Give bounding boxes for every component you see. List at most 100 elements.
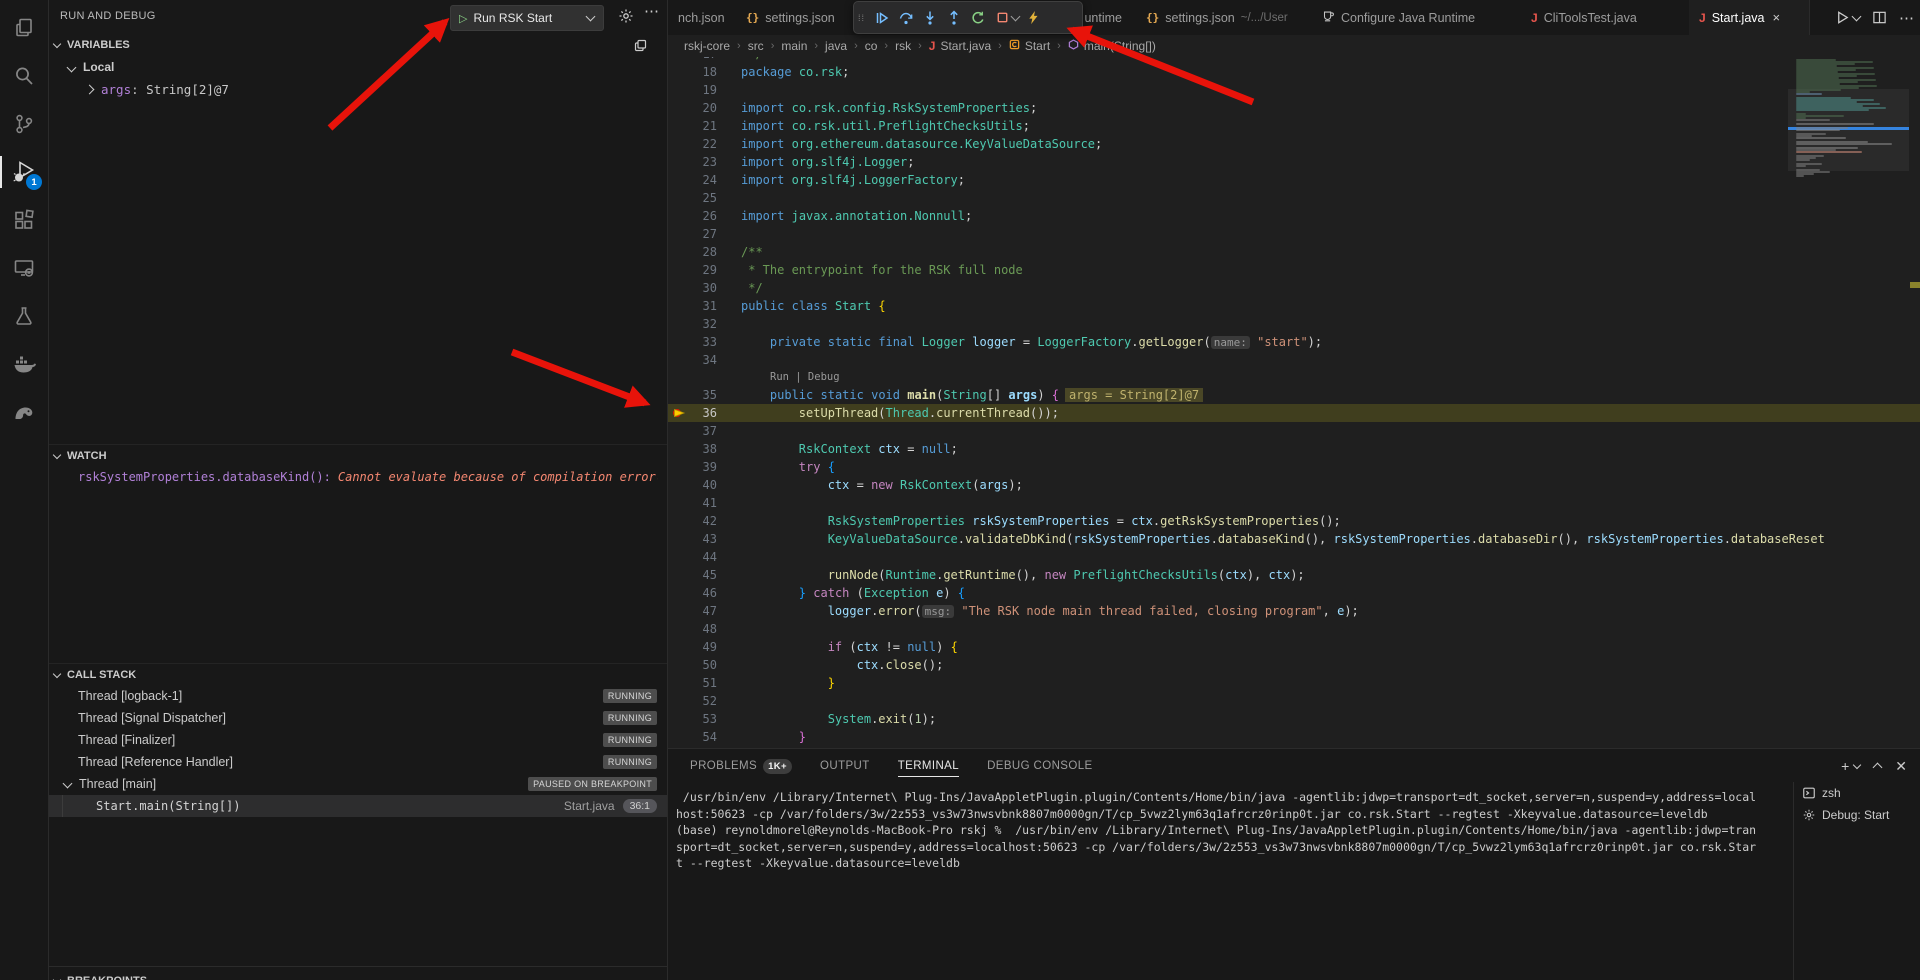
debug-settings-gear-icon[interactable]: [618, 8, 634, 24]
call-stack-thread-row[interactable]: Thread [Signal Dispatcher]RUNNING: [48, 707, 667, 729]
line-number[interactable]: 52: [668, 692, 717, 710]
tab-nch-json[interactable]: nch.json: [668, 0, 737, 35]
breadcrumb-item[interactable]: main: [781, 39, 807, 53]
line-number[interactable]: 39: [668, 458, 717, 476]
stop-button[interactable]: [990, 5, 1014, 31]
tab-start-java[interactable]: JStart.java×: [1689, 0, 1810, 35]
line-number[interactable]: 43: [668, 530, 717, 548]
run-and-debug-icon[interactable]: 1: [0, 148, 48, 196]
call-stack-frame-row[interactable]: Start.main(String[]) Start.java 36:1: [48, 795, 667, 817]
call-stack-thread-row[interactable]: Thread [Finalizer]RUNNING: [48, 729, 667, 751]
run-file-button[interactable]: [1835, 10, 1860, 25]
code-editor[interactable]: 17 */18package co.rsk;1920import co.rsk.…: [668, 57, 1920, 748]
line-number[interactable]: 18: [668, 63, 717, 81]
watch-section-header[interactable]: WATCH: [48, 444, 667, 467]
line-number[interactable]: 48: [668, 620, 717, 638]
minimap[interactable]: [1788, 57, 1909, 748]
line-number[interactable]: 31: [668, 297, 717, 315]
hot-code-replace-button[interactable]: [1021, 5, 1045, 31]
line-number[interactable]: 54: [668, 728, 717, 746]
step-into-button[interactable]: [918, 5, 942, 31]
more-actions-icon[interactable]: ⋯: [1899, 9, 1915, 27]
line-number[interactable]: 46: [668, 584, 717, 602]
search-icon[interactable]: [0, 52, 48, 100]
breadcrumb-item[interactable]: java: [825, 39, 847, 53]
terminal-tab-zsh[interactable]: zsh: [1794, 782, 1920, 804]
line-number[interactable]: 21: [668, 117, 717, 135]
line-number[interactable]: 27: [668, 225, 717, 243]
debug-config-dropdown[interactable]: ▷ Run RSK Start: [450, 5, 604, 31]
line-number[interactable]: 53: [668, 710, 717, 728]
line-number[interactable]: 37: [668, 422, 717, 440]
panel-tab-debug-console[interactable]: DEBUG CONSOLE: [987, 749, 1093, 783]
codelens-run-debug[interactable]: Run | Debug: [668, 369, 1920, 386]
watch-row[interactable]: rskSystemProperties.databaseKind(): Cann…: [78, 466, 658, 488]
breadcrumb-item[interactable]: Start: [1009, 39, 1050, 53]
tab-clitoolstest-java[interactable]: JCliToolsTest.java: [1521, 0, 1690, 35]
step-over-button[interactable]: [894, 5, 918, 31]
breakpoints-section[interactable]: BREAKPOINTS: [48, 966, 667, 980]
line-number[interactable]: 24: [668, 171, 717, 189]
panel-tab-output[interactable]: OUTPUT: [820, 749, 870, 783]
line-number[interactable]: 19: [668, 81, 717, 99]
variables-section-header[interactable]: VARIABLES: [48, 34, 667, 56]
remote-explorer-icon[interactable]: [0, 244, 48, 292]
line-number[interactable]: 34: [668, 351, 717, 369]
panel-tab-problems[interactable]: PROBLEMS1K+: [690, 749, 792, 783]
more-actions-icon[interactable]: ⋯: [644, 2, 660, 20]
split-editor-icon[interactable]: [1872, 10, 1887, 25]
explorer-icon[interactable]: [0, 4, 48, 52]
call-stack-thread-row[interactable]: Thread [Reference Handler]RUNNING: [48, 751, 667, 773]
variables-scope-local[interactable]: Local: [68, 56, 114, 78]
testing-beaker-icon[interactable]: [0, 292, 48, 340]
breadcrumb-item[interactable]: main(String[]): [1068, 39, 1156, 53]
line-number[interactable]: 30: [668, 279, 717, 297]
breadcrumb-item[interactable]: co: [865, 39, 878, 53]
breakpoint-current-line-icon[interactable]: [672, 406, 687, 420]
tab-settings-json[interactable]: {}settings.json~/.../User: [1136, 0, 1312, 35]
continue-button[interactable]: [870, 5, 894, 31]
line-number[interactable]: 50: [668, 656, 717, 674]
close-panel-icon[interactable]: ✕: [1895, 758, 1907, 775]
close-icon[interactable]: ×: [1773, 10, 1781, 25]
extensions-icon[interactable]: [0, 196, 48, 244]
line-number[interactable]: 38: [668, 440, 717, 458]
docker-icon[interactable]: [0, 340, 48, 388]
line-number[interactable]: 45: [668, 566, 717, 584]
new-terminal-button[interactable]: +: [1841, 758, 1860, 774]
line-number[interactable]: 20: [668, 99, 717, 117]
line-number[interactable]: 28: [668, 243, 717, 261]
line-number[interactable]: 42: [668, 512, 717, 530]
line-number[interactable]: 49: [668, 638, 717, 656]
call-stack-thread-row[interactable]: Thread [logback-1]RUNNING: [48, 685, 667, 707]
call-stack-section-header[interactable]: CALL STACK: [48, 663, 667, 686]
breadcrumb-item[interactable]: JStart.java: [929, 39, 991, 53]
line-number[interactable]: 44: [668, 548, 717, 566]
line-number[interactable]: 35: [668, 386, 717, 404]
terminal-output[interactable]: /usr/bin/env /Library/Internet\ Plug-Ins…: [676, 789, 1776, 872]
line-number[interactable]: 47: [668, 602, 717, 620]
step-out-button[interactable]: [942, 5, 966, 31]
line-number[interactable]: 23: [668, 153, 717, 171]
line-number[interactable]: 32: [668, 315, 717, 333]
source-control-icon[interactable]: [0, 100, 48, 148]
restart-button[interactable]: [966, 5, 990, 31]
variable-row-args[interactable]: args : String[2]@7: [86, 78, 229, 100]
gradle-elephant-icon[interactable]: [0, 388, 48, 436]
call-stack-thread-row[interactable]: Thread [main]PAUSED ON BREAKPOINT: [48, 773, 667, 795]
maximize-panel-icon[interactable]: [1874, 761, 1881, 771]
line-number[interactable]: 41: [668, 494, 717, 512]
line-number[interactable]: 51: [668, 674, 717, 692]
panel-tab-terminal[interactable]: TERMINAL: [898, 749, 959, 783]
collapse-all-icon[interactable]: [633, 38, 648, 53]
drag-handle-icon[interactable]: ⁞⁞: [858, 16, 870, 20]
line-number[interactable]: 33: [668, 333, 717, 351]
editor-scrollbar[interactable]: [1909, 57, 1920, 748]
line-number[interactable]: 29: [668, 261, 717, 279]
line-number[interactable]: 40: [668, 476, 717, 494]
breadcrumb-item[interactable]: rskj-core: [684, 39, 730, 53]
tab-configure-java-runtime[interactable]: Configure Java Runtime: [1311, 0, 1522, 35]
line-number[interactable]: 26: [668, 207, 717, 225]
breadcrumb-item[interactable]: rsk: [895, 39, 911, 53]
line-number[interactable]: 25: [668, 189, 717, 207]
